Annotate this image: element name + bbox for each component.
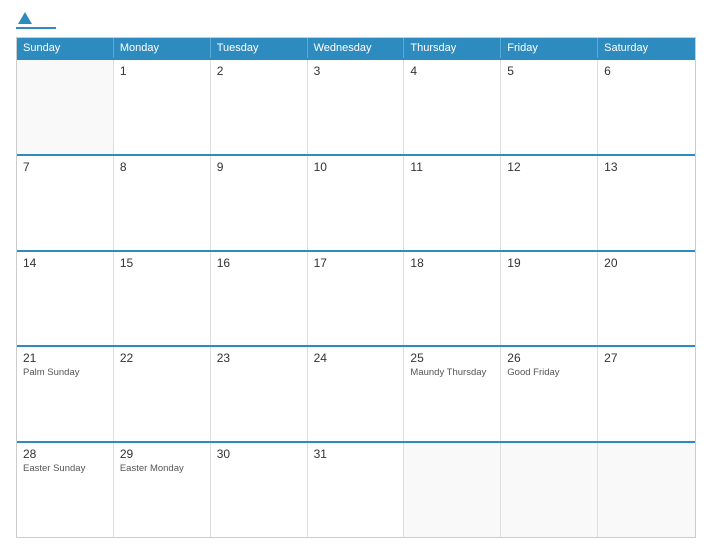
- cal-cell: 13: [598, 156, 695, 250]
- day-number: 24: [314, 351, 398, 365]
- day-number: 27: [604, 351, 689, 365]
- cal-cell: 26 Good Friday: [501, 347, 598, 441]
- day-number: 4: [410, 64, 494, 78]
- day-number: 10: [314, 160, 398, 174]
- weekday-header-saturday: Saturday: [598, 38, 695, 58]
- cal-cell: 24: [308, 347, 405, 441]
- holiday-label: Palm Sunday: [23, 367, 107, 379]
- day-number: 26: [507, 351, 591, 365]
- week-row-1: 123456: [17, 58, 695, 154]
- holiday-label: Good Friday: [507, 367, 591, 379]
- logo: [16, 12, 56, 29]
- day-number: 5: [507, 64, 591, 78]
- cal-cell: 20: [598, 252, 695, 346]
- cal-cell: 15: [114, 252, 211, 346]
- day-number: 3: [314, 64, 398, 78]
- calendar-page: SundayMondayTuesdayWednesdayThursdayFrid…: [0, 0, 712, 550]
- day-number: 22: [120, 351, 204, 365]
- weekday-header-monday: Monday: [114, 38, 211, 58]
- cal-cell: 9: [211, 156, 308, 250]
- day-number: 9: [217, 160, 301, 174]
- cal-cell: 2: [211, 60, 308, 154]
- day-number: 1: [120, 64, 204, 78]
- day-number: 2: [217, 64, 301, 78]
- header: [16, 12, 696, 29]
- day-number: 15: [120, 256, 204, 270]
- weekday-header-wednesday: Wednesday: [308, 38, 405, 58]
- calendar-grid: SundayMondayTuesdayWednesdayThursdayFrid…: [16, 37, 696, 538]
- cal-cell: 12: [501, 156, 598, 250]
- cal-cell: [501, 443, 598, 537]
- weekday-header-row: SundayMondayTuesdayWednesdayThursdayFrid…: [17, 38, 695, 58]
- day-number: 17: [314, 256, 398, 270]
- day-number: 19: [507, 256, 591, 270]
- weekday-header-sunday: Sunday: [17, 38, 114, 58]
- cal-cell: [17, 60, 114, 154]
- cal-cell: 16: [211, 252, 308, 346]
- day-number: 6: [604, 64, 689, 78]
- cal-cell: 27: [598, 347, 695, 441]
- cal-cell: 11: [404, 156, 501, 250]
- cal-cell: 30: [211, 443, 308, 537]
- day-number: 11: [410, 160, 494, 174]
- logo-triangle-icon: [18, 12, 32, 24]
- day-number: 29: [120, 447, 204, 461]
- logo-underline: [16, 27, 56, 29]
- week-row-2: 789 10 11 12 13: [17, 154, 695, 250]
- cal-cell: 19: [501, 252, 598, 346]
- holiday-label: Maundy Thursday: [410, 367, 494, 379]
- week-row-4: 21 Palm Sunday 22 23 24 25 Maundy Thursday 26 Go…: [17, 345, 695, 441]
- holiday-label: Easter Sunday: [23, 463, 107, 475]
- day-number: 25: [410, 351, 494, 365]
- cal-cell: 17: [308, 252, 405, 346]
- week-row-3: 14 15 16 17 18 19 20: [17, 250, 695, 346]
- day-number: 8: [120, 160, 204, 174]
- cal-cell: 22: [114, 347, 211, 441]
- cal-cell: 7: [17, 156, 114, 250]
- cal-cell: 25 Maundy Thursday: [404, 347, 501, 441]
- weekday-header-thursday: Thursday: [404, 38, 501, 58]
- cal-cell: 6: [598, 60, 695, 154]
- day-number: 18: [410, 256, 494, 270]
- cal-cell: 1: [114, 60, 211, 154]
- holiday-label: Easter Monday: [120, 463, 204, 475]
- cal-cell: 5: [501, 60, 598, 154]
- day-number: 20: [604, 256, 689, 270]
- cal-cell: 29 Easter Monday: [114, 443, 211, 537]
- day-number: 12: [507, 160, 591, 174]
- cal-cell: 21 Palm Sunday: [17, 347, 114, 441]
- day-number: 13: [604, 160, 689, 174]
- weekday-header-friday: Friday: [501, 38, 598, 58]
- cal-cell: [404, 443, 501, 537]
- cal-cell: 8: [114, 156, 211, 250]
- cal-cell: 10: [308, 156, 405, 250]
- calendar-body: 123456789101112131415161718192021Palm Su…: [17, 58, 695, 537]
- day-number: 31: [314, 447, 398, 461]
- cal-cell: 14: [17, 252, 114, 346]
- day-number: 30: [217, 447, 301, 461]
- cal-cell: 18: [404, 252, 501, 346]
- cal-cell: [598, 443, 695, 537]
- cal-cell: 28 Easter Sunday: [17, 443, 114, 537]
- day-number: 16: [217, 256, 301, 270]
- week-row-5: 28 Easter Sunday 29 Easter Monday 30 31: [17, 441, 695, 537]
- cal-cell: 3: [308, 60, 405, 154]
- weekday-header-tuesday: Tuesday: [211, 38, 308, 58]
- day-number: 23: [217, 351, 301, 365]
- day-number: 28: [23, 447, 107, 461]
- cal-cell: 23: [211, 347, 308, 441]
- cal-cell: 4: [404, 60, 501, 154]
- cal-cell: 31: [308, 443, 405, 537]
- day-number: 7: [23, 160, 107, 174]
- day-number: 14: [23, 256, 107, 270]
- day-number: 21: [23, 351, 107, 365]
